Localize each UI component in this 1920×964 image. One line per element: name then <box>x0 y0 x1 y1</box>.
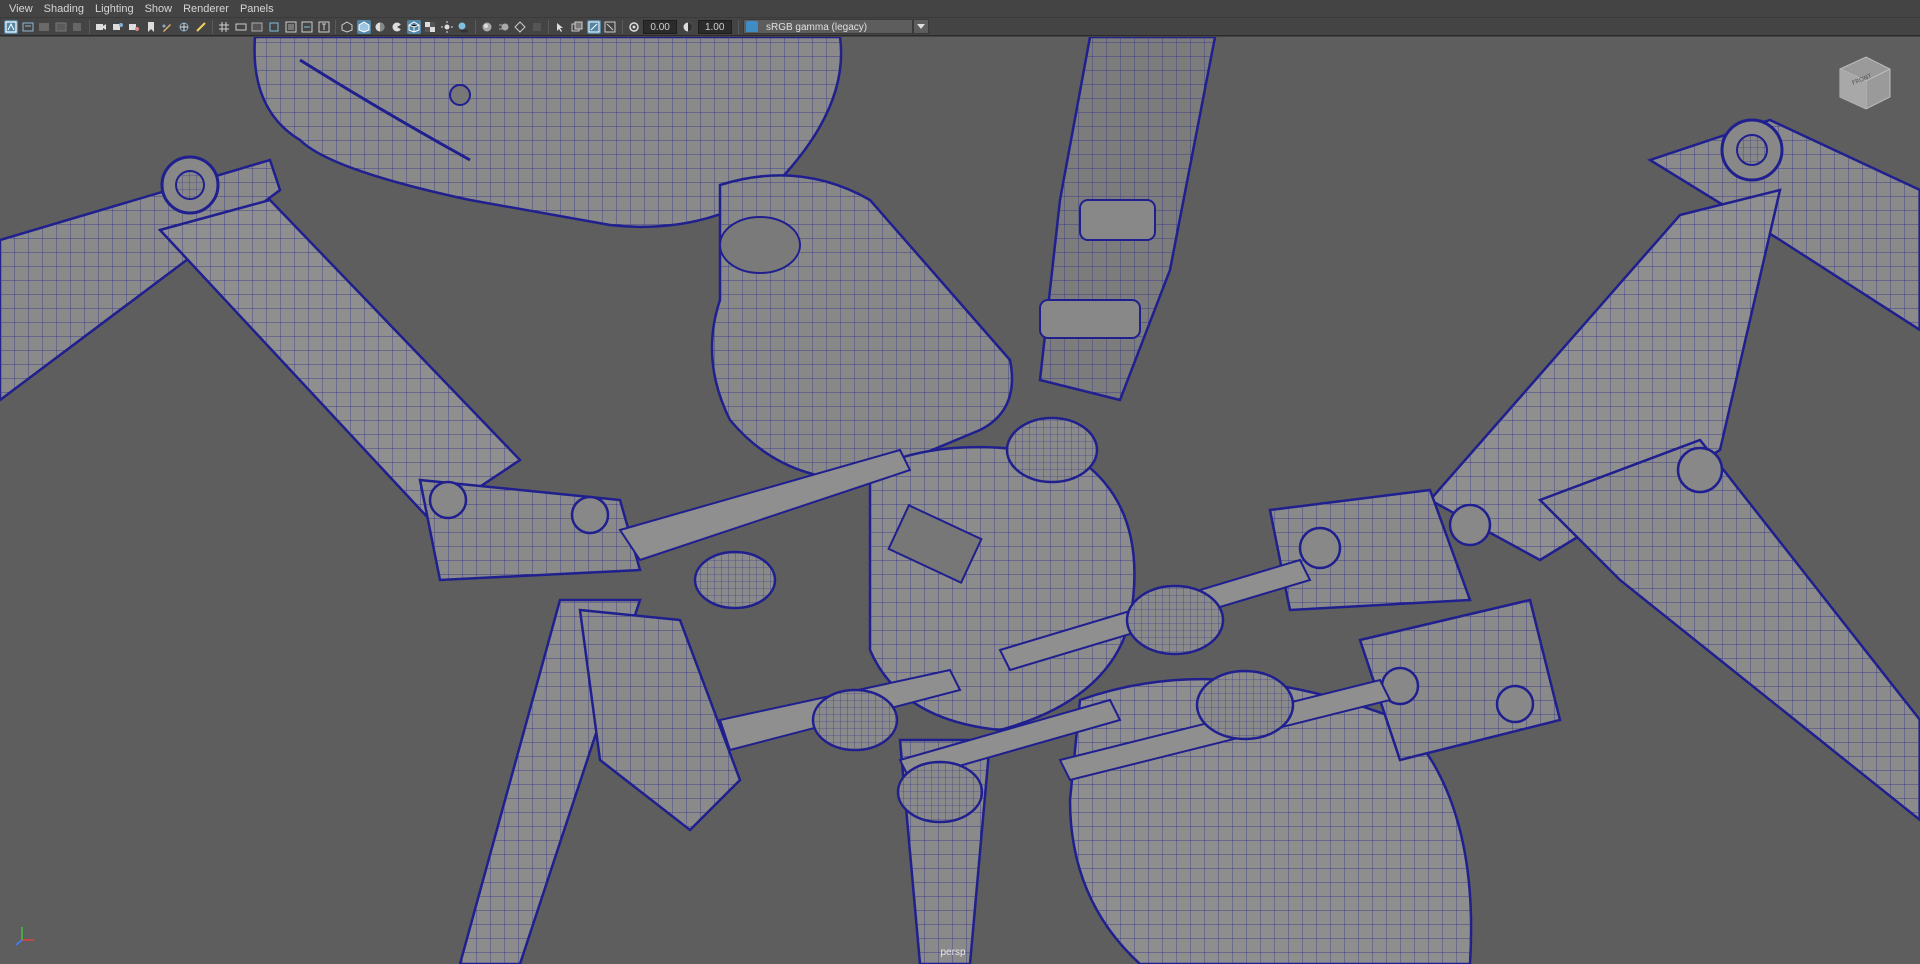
use-default-material-icon[interactable] <box>373 20 387 34</box>
safe-action-icon[interactable] <box>250 20 264 34</box>
toolbar-separator <box>335 19 337 34</box>
view-transform-dropdown[interactable] <box>912 19 929 34</box>
camera-attributes-icon[interactable] <box>21 20 35 34</box>
left-upper-arm <box>0 155 642 582</box>
menu-view[interactable]: View <box>6 3 41 15</box>
perspective-viewport[interactable]: FRONT persp <box>0 37 1920 964</box>
select-camera-icon[interactable] <box>4 19 18 34</box>
film-gate-icon[interactable] <box>177 20 191 34</box>
exposure-icon[interactable] <box>586 19 601 34</box>
text-icon[interactable] <box>317 20 331 34</box>
motion-blur-icon[interactable] <box>497 20 511 34</box>
view-cube-icon: FRONT <box>1839 56 1891 110</box>
view-transform-select[interactable]: sRGB gamma (legacy) <box>742 19 913 34</box>
anti-aliasing-icon[interactable] <box>513 20 527 34</box>
viewport-menubar: View Shading Lighting Show Renderer Pane… <box>0 0 1920 18</box>
toolbar-separator <box>88 19 90 34</box>
toolbar-separator <box>548 19 550 34</box>
toolbar-separator <box>212 19 214 34</box>
axis-gizmo <box>10 920 40 950</box>
menu-panels[interactable]: Panels <box>237 3 282 15</box>
gamma-input[interactable]: 1.00 <box>697 19 732 34</box>
camera-name-label: persp <box>940 947 966 958</box>
gate-mask-icon[interactable] <box>284 20 298 34</box>
gamma-dial-icon <box>681 20 695 34</box>
resolution-gate-icon[interactable] <box>194 20 208 34</box>
xray-joints-icon[interactable] <box>570 20 584 34</box>
wireframe-on-shaded-icon[interactable] <box>390 20 404 34</box>
neck-cylinder <box>710 174 1014 482</box>
isolate-select-icon[interactable] <box>553 20 567 34</box>
camera-icon[interactable] <box>94 20 108 34</box>
shadows-icon[interactable] <box>456 20 470 34</box>
field-chart-icon[interactable] <box>234 20 248 34</box>
menu-lighting[interactable]: Lighting <box>92 3 142 15</box>
grid-icon[interactable] <box>217 20 231 34</box>
ambient-occlusion-icon[interactable] <box>480 20 494 34</box>
panel-toolbar: 0.00 1.00 sRGB gamma (legacy) <box>0 18 1920 36</box>
smooth-shade-icon[interactable] <box>356 19 371 34</box>
view-transform-label: sRGB gamma (legacy) <box>765 22 868 33</box>
bookmarks-icon[interactable] <box>37 20 51 34</box>
uv-editor-icon[interactable] <box>300 20 314 34</box>
image-plane-icon[interactable] <box>54 20 68 34</box>
lock-camera-icon[interactable] <box>111 20 125 34</box>
textured-icon[interactable] <box>423 20 437 34</box>
xray-icon[interactable] <box>406 19 421 34</box>
bookmark-icon[interactable] <box>144 20 158 34</box>
view-transform-icon <box>745 21 758 32</box>
axis-gizmo-icon <box>15 927 34 946</box>
toolbar-separator <box>621 19 623 34</box>
exposure-input[interactable]: 0.00 <box>643 19 678 34</box>
menu-show[interactable]: Show <box>142 3 181 15</box>
lights-icon[interactable] <box>440 20 454 34</box>
menu-renderer[interactable]: Renderer <box>180 3 237 15</box>
menu-shading[interactable]: Shading <box>41 3 92 15</box>
exposure-dial-icon <box>627 20 641 34</box>
wireframe-icon[interactable] <box>340 20 354 34</box>
wireframe-robot-model[interactable] <box>0 37 1920 964</box>
2d-pan-zoom-icon[interactable] <box>70 20 84 34</box>
view-cube[interactable]: FRONT <box>1836 53 1894 113</box>
grease-pencil-icon[interactable] <box>160 20 174 34</box>
toolbar-separator <box>475 19 477 34</box>
depth-of-field-icon[interactable] <box>530 20 544 34</box>
upper-strut <box>1038 37 1217 402</box>
safe-title-icon[interactable] <box>267 20 281 34</box>
toolbar-separator <box>737 19 739 34</box>
gamma-icon[interactable] <box>603 20 617 34</box>
camera-bookmark-icon[interactable] <box>127 20 141 34</box>
chevron-down-icon <box>916 23 925 29</box>
